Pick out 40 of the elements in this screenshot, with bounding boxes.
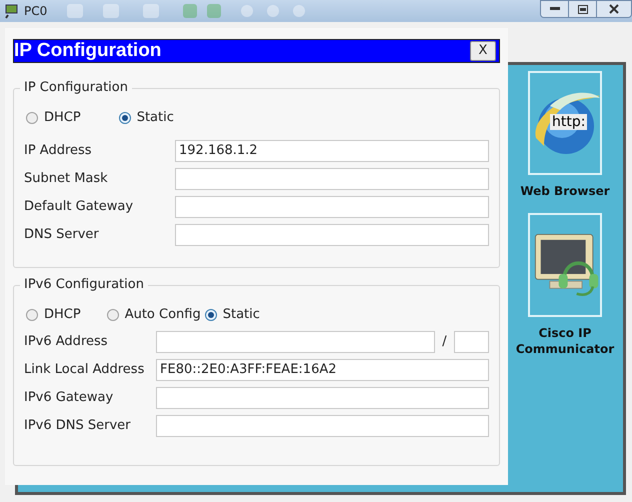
dialog-title: IP Configuration [14, 40, 162, 62]
input-field[interactable] [156, 387, 489, 409]
computer-icon [4, 3, 20, 19]
input-field[interactable] [175, 168, 489, 190]
group-title: IPv6 Configuration [20, 277, 148, 293]
field-label: IPv6 Gateway [24, 389, 114, 408]
maximize-icon [578, 4, 588, 14]
http-label: http: [550, 114, 588, 130]
field-label: IPv6 Address [24, 333, 109, 352]
field-label: IPv6 DNS Server [24, 417, 132, 436]
field-label: DNS Server [24, 226, 100, 244]
input-field[interactable] [175, 224, 489, 246]
prefix-field[interactable] [454, 331, 489, 353]
field-label: Subnet Mask [24, 170, 109, 188]
minimize-icon [550, 7, 560, 11]
field-label: Default Gateway [24, 198, 134, 216]
radio-option[interactable]: DHCP [26, 305, 81, 325]
maximize-button[interactable] [569, 1, 597, 17]
input-field[interactable] [156, 331, 435, 353]
field-label: IP Address [24, 142, 93, 160]
group-title: IP Configuration [20, 80, 132, 96]
field-label: Link Local Address [24, 361, 146, 380]
input-field[interactable] [175, 196, 489, 218]
input-field[interactable] [156, 415, 489, 437]
close-button[interactable] [597, 1, 631, 17]
app-launcher[interactable] [528, 213, 602, 317]
input-field[interactable]: 192.168.1.2 [175, 140, 489, 162]
close-icon [609, 4, 619, 14]
radio-option[interactable]: Auto Config [106, 305, 201, 325]
dialog-close-button[interactable]: X [470, 41, 496, 61]
radio-option[interactable]: DHCP [26, 108, 81, 128]
app-launcher[interactable]: http: [528, 71, 602, 175]
input-field[interactable]: FE80::2E0:A3FF:FEAE:16A2 [156, 359, 489, 381]
prefix-separator: / [441, 333, 448, 352]
radio-option[interactable]: Static [118, 108, 174, 128]
window-title: PC0 [24, 3, 48, 20]
app-label: Web Browser [519, 183, 611, 199]
radio-option[interactable]: Static [204, 305, 260, 325]
app-label: Cisco IP Communicator [514, 325, 616, 357]
minimize-button[interactable] [541, 1, 569, 17]
